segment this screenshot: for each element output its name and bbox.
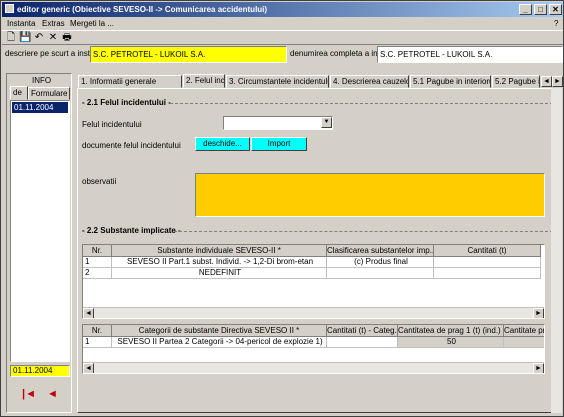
grid-cell[interactable] xyxy=(434,268,541,279)
grid-header-nr[interactable]: Nr. xyxy=(83,325,112,337)
minimize-button[interactable]: _ xyxy=(519,4,532,15)
horizontal-scrollbar[interactable]: ◄ ► xyxy=(83,362,544,373)
grid-cell[interactable]: 1 xyxy=(83,257,112,268)
grid-cell[interactable]: 1 xyxy=(83,337,112,348)
window-title: editor generic (Obiective SEVESO-II -> C… xyxy=(17,5,268,14)
tab-circumstantele[interactable]: 3. Circumstantele incidentului xyxy=(226,75,329,88)
chevron-down-icon[interactable]: ▼ xyxy=(321,117,332,128)
grid-header-nr[interactable]: Nr. xyxy=(83,245,112,257)
first-record-icon[interactable]: |◄ xyxy=(22,388,36,400)
save-icon[interactable]: 💾 xyxy=(19,32,31,44)
grid-cell[interactable]: SEVESO II Partea 2 Categorii -> 04-peric… xyxy=(112,337,327,348)
left-panel: INFO de Formulare 01.11.2004 01.11.2004 … xyxy=(6,73,72,413)
close-button[interactable]: ✕ xyxy=(549,4,562,15)
maximize-button[interactable]: □ xyxy=(534,4,547,15)
toolbar: 🗋 💾 ↶ ✕ 🖶 xyxy=(2,30,563,45)
tab-de[interactable]: de xyxy=(10,86,28,100)
undo-icon[interactable]: ↶ xyxy=(33,32,45,44)
horizontal-scrollbar[interactable]: ◄ ► xyxy=(83,307,544,318)
substante-grid[interactable]: Nr. Substante individuale SEVESO-II * Cl… xyxy=(82,244,545,319)
title-bar[interactable]: editor generic (Obiective SEVESO-II -> C… xyxy=(2,2,563,17)
scroll-left-icon[interactable]: ◄ xyxy=(83,363,94,373)
grid-cell[interactable]: SEVESO II Part.1 subst. Individ. -> 1,2-… xyxy=(112,257,327,268)
documente-label: documente felul incidentului xyxy=(82,141,181,150)
section-divider xyxy=(170,103,558,104)
info-label: INFO xyxy=(32,76,52,85)
tab-pagube-exterior[interactable]: 5.2 Pagube in xyxy=(492,75,540,88)
grid-cell[interactable]: 50 xyxy=(398,337,504,348)
section-divider xyxy=(174,231,558,232)
delete-icon[interactable]: ✕ xyxy=(47,32,59,44)
grid-cell[interactable] xyxy=(504,337,544,348)
felul-combo[interactable] xyxy=(223,116,333,130)
tab-scroll-left-icon[interactable]: ◄ xyxy=(541,76,552,87)
short-desc-label: descriere pe scurt a inst... xyxy=(5,49,97,58)
scroll-right-icon[interactable]: ► xyxy=(533,363,544,373)
main-panel: - 2.1 Felul incidentului - Felul inciden… xyxy=(77,88,561,413)
tab-informatii-generale[interactable]: 1. Informatii generale xyxy=(78,75,182,88)
menu-instanta[interactable]: Instanta xyxy=(7,18,35,29)
grid-cell[interactable] xyxy=(327,337,398,348)
grid-header-categorii[interactable]: Categorii de substante Directiva SEVESO … xyxy=(112,325,327,337)
menu-mergeti-la[interactable]: Mergeti la ... xyxy=(70,18,114,29)
grid-header-substante[interactable]: Substante individuale SEVESO-II * xyxy=(112,245,327,257)
grid-cell[interactable]: (c) Produs final xyxy=(327,257,434,268)
grid-header-cantitati-categ[interactable]: Cantitati (t) - Categ... xyxy=(327,325,398,337)
short-desc-field[interactable]: S.C. PETROTEL - LUKOIL S.A. xyxy=(90,46,287,63)
tab-felul-incidentului[interactable]: 2. Felul incidentului xyxy=(183,74,225,88)
observatii-field[interactable] xyxy=(195,173,545,217)
vertical-scrollbar[interactable] xyxy=(551,88,562,413)
import-button[interactable]: Import xyxy=(251,137,307,151)
deschide-button[interactable]: deschide... xyxy=(195,137,250,151)
full-name-label: denumirea completa a in... xyxy=(290,49,385,58)
section-substante-title: - 2.2 Substante implicate - xyxy=(82,226,181,235)
categorii-grid[interactable]: Nr. Categorii de substante Directiva SEV… xyxy=(82,324,545,374)
scroll-right-icon[interactable]: ► xyxy=(533,308,544,318)
main-window: editor generic (Obiective SEVESO-II -> C… xyxy=(0,0,564,417)
previous-record-icon[interactable]: ◄ xyxy=(47,388,58,400)
tab-pagube-interior[interactable]: 5.1 Pagube in interiorul xyxy=(410,75,491,88)
tab-scroll-right-icon[interactable]: ► xyxy=(552,76,563,87)
new-document-icon[interactable]: 🗋 xyxy=(5,32,17,44)
menu-extras[interactable]: Extras xyxy=(42,18,65,29)
record-list[interactable]: 01.11.2004 xyxy=(10,100,70,362)
section-felul-title: - 2.1 Felul incidentului - xyxy=(82,98,171,107)
grid-header-clasificare[interactable]: Clasificarea substantelor imp... xyxy=(327,245,434,257)
grid-header-cantitate-prag1[interactable]: Cantitatea de prag 1 (t) (ind.) ... xyxy=(398,325,504,337)
grid-cell[interactable] xyxy=(434,257,541,268)
print-icon[interactable]: 🖶 xyxy=(61,32,73,44)
full-name-field[interactable]: S.C. PETROTEL - LUKOIL S.A. xyxy=(377,46,563,63)
tab-descrierea-cauzelor[interactable]: 4. Descrierea cauzelor xyxy=(330,75,409,88)
current-record-field[interactable]: 01.11.2004 xyxy=(10,365,70,377)
grid-header-cantitate-prag2[interactable]: Cantitate pra xyxy=(504,325,544,337)
grid-cell[interactable]: NEDEFINIT xyxy=(112,268,327,279)
app-icon xyxy=(5,4,14,13)
grid-cell[interactable] xyxy=(327,268,434,279)
grid-cell[interactable]: 2 xyxy=(83,268,112,279)
scroll-left-icon[interactable]: ◄ xyxy=(83,308,94,318)
menu-bar: Instanta Extras Mergeti la ... ? xyxy=(2,17,563,30)
tab-formulare[interactable]: Formulare xyxy=(28,87,70,100)
felul-label: Felul incidentului xyxy=(82,120,142,129)
grid-header-cantitati[interactable]: Cantitati (t) xyxy=(434,245,541,257)
menu-help[interactable]: ? xyxy=(554,18,558,29)
list-item[interactable]: 01.11.2004 xyxy=(12,102,68,113)
observatii-label: observatii xyxy=(82,177,117,186)
